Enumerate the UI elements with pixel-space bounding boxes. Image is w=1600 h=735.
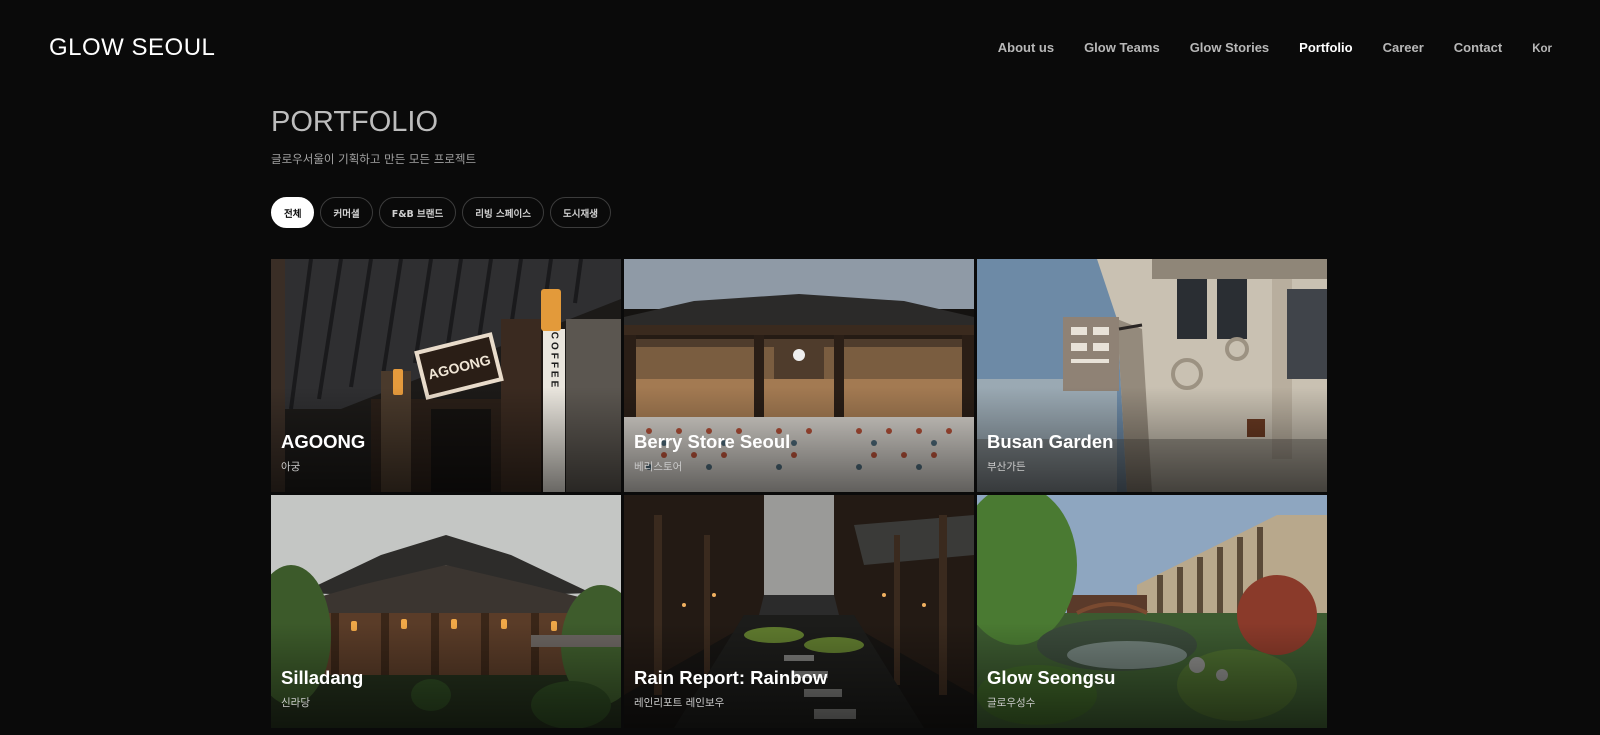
- site-logo[interactable]: GLOW SEOUL: [49, 34, 215, 62]
- page-subtitle: 글로우서울이 기획하고 만든 모든 프로젝트: [271, 152, 477, 166]
- nav-portfolio[interactable]: Portfolio: [1299, 40, 1352, 55]
- main-nav: About us Glow Teams Glow Stories Portfol…: [968, 40, 1552, 55]
- project-name: Glow Seongsu: [987, 667, 1116, 688]
- filter-commercial[interactable]: 커머셜: [320, 197, 373, 228]
- nav-contact[interactable]: Contact: [1454, 40, 1502, 55]
- project-card-busan-garden[interactable]: Busan Garden 부산가든: [977, 259, 1327, 492]
- project-korean-name: 레인리포트 레인보우: [634, 697, 725, 709]
- project-name: Rain Report: Rainbow: [634, 667, 828, 688]
- project-korean-name: 베리스토어: [634, 461, 683, 473]
- project-name: AGOONG: [281, 431, 366, 452]
- nav-career[interactable]: Career: [1383, 40, 1424, 55]
- project-card-berry-store-seoul[interactable]: Berry Store Seoul 베리스토어: [624, 259, 974, 492]
- project-card-rain-report-rainbow[interactable]: Rain Report: Rainbow 레인리포트 레인보우: [624, 495, 974, 728]
- nav-glow-teams[interactable]: Glow Teams: [1084, 40, 1160, 55]
- filter-living-space[interactable]: 리빙 스페이스: [462, 197, 545, 228]
- language-switch[interactable]: Kor: [1532, 43, 1552, 55]
- filter-all[interactable]: 전체: [271, 197, 315, 228]
- filter-fnb-brand[interactable]: F&B 브랜드: [378, 197, 457, 228]
- project-card-glow-seongsu[interactable]: Glow Seongsu 글로우성수: [977, 495, 1327, 728]
- project-card-silladang[interactable]: Silladang 신라당: [271, 495, 621, 728]
- filter-urban-regeneration[interactable]: 도시재생: [550, 197, 611, 228]
- portfolio-grid: AGOONG COFFEE AGOONG 아궁 Berry Store Seou…: [271, 259, 1327, 728]
- coffee-sign-text: COFFEE: [549, 332, 560, 391]
- project-korean-name: 신라당: [281, 697, 310, 709]
- project-name: Busan Garden: [987, 431, 1114, 452]
- nav-glow-stories[interactable]: Glow Stories: [1190, 40, 1269, 55]
- project-card-agoong[interactable]: AGOONG COFFEE AGOONG 아궁: [271, 259, 621, 492]
- project-korean-name: 아궁: [281, 461, 301, 473]
- nav-about-us[interactable]: About us: [998, 40, 1054, 55]
- page-title: PORTFOLIO: [271, 106, 439, 138]
- category-filters: 전체 커머셜 F&B 브랜드 리빙 스페이스 도시재생: [271, 197, 617, 228]
- project-name: Berry Store Seoul: [634, 431, 791, 452]
- project-korean-name: 부산가든: [987, 461, 1026, 473]
- project-name: Silladang: [281, 667, 364, 688]
- project-korean-name: 글로우성수: [987, 697, 1036, 709]
